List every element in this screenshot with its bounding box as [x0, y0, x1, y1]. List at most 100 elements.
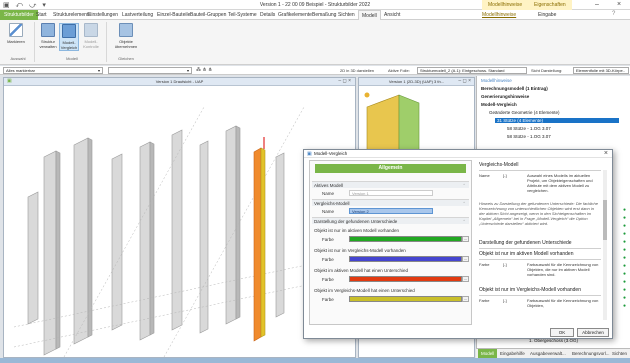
tab-bemassung[interactable]: Bemaßung — [312, 12, 336, 18]
color-picker-button[interactable]: … — [462, 236, 469, 242]
color-picker-button[interactable]: … — [462, 256, 469, 262]
close-window-icon[interactable]: × — [612, 0, 626, 10]
aktiv-only-label: Objekt ist nur im aktiven Modell vorhand… — [314, 228, 400, 233]
tab-modellhinweise[interactable]: Modellhinweise — [482, 12, 516, 18]
section-vergleichs-modell[interactable]: Vergleichs-Modell ◦ — [312, 199, 469, 206]
tab-strukturelemente[interactable]: Strukturelemente — [53, 12, 91, 18]
tab-ansicht[interactable]: Ansicht — [384, 12, 400, 18]
aktiv-diff-color-swatch[interactable] — [349, 276, 462, 282]
section-darstellung[interactable]: Darstellung der gefundenen Unterschiede ◦ — [312, 217, 469, 224]
help-icon[interactable]: ? — [612, 11, 615, 17]
tree-root-modellhinweise[interactable]: Modellhinweise — [481, 78, 512, 83]
tree-berechnungsmodell[interactable]: Berechnungsmodell (1 Eintrag) — [481, 86, 548, 91]
tab-grafikelemente[interactable]: Grafikelemente — [278, 12, 312, 18]
collapse-icon: ◦ — [463, 200, 465, 206]
help-farbe-unit: [-] — [503, 262, 507, 267]
collapse-icon: ◦ — [463, 182, 465, 188]
aktiv-only-color-swatch[interactable] — [349, 236, 462, 242]
viewport-window-controls[interactable]: – ◻ × — [338, 78, 351, 85]
help-farbe-unit-2: [-] — [503, 298, 507, 303]
panel-bottom-tabs: Modell Eingabehilfe Ausgabeverwalt... Be… — [476, 348, 630, 359]
vergleichs-name-label: Name — [322, 209, 335, 214]
tab-sichten[interactable]: Sichten — [338, 12, 355, 18]
sicht-darstellung-label: Sicht Darstellung: — [531, 68, 563, 73]
farbe-label: Farbe — [322, 237, 334, 242]
vergleich-only-color-swatch[interactable] — [349, 256, 462, 262]
status-bar — [0, 358, 630, 363]
help-aktiv-title: Objekt ist nur im aktiven Modell vorhand… — [479, 251, 574, 257]
selection-filter-combo[interactable]: Alles markierbar ▾ — [3, 67, 103, 74]
cancel-button[interactable]: Abbrechen — [577, 328, 609, 337]
tab-teil-systeme[interactable]: Teil-Systeme — [228, 12, 257, 18]
modell-vergleich-button[interactable]: Modell-Vergleich — [59, 23, 79, 51]
title-bar: ▣ ⤺ ⤻ ▾ Version 1 - 22 00 09 Beispiel - … — [0, 0, 630, 10]
tab-lastverteilung[interactable]: Lastverteilung — [122, 12, 153, 18]
objekte-uebernehmen-label: Objekte übernehmen — [114, 39, 138, 49]
tab-start[interactable]: Start — [36, 12, 47, 18]
vergleich-diff-color-swatch[interactable] — [349, 296, 462, 302]
viewport-secondary-controls[interactable]: – ◻ × — [458, 78, 471, 85]
visibility-eye-column[interactable]: ● ● ● ● ● ● ● ● ● ● ● ● ● — [623, 206, 629, 326]
help-divider — [479, 259, 601, 260]
color-picker-button[interactable]: … — [462, 276, 469, 282]
sicht-darstellung-combo[interactable]: Elementfolie mit 3D-Körpe.. — [573, 67, 629, 74]
objects-import-icon — [119, 23, 133, 37]
minimize-icon[interactable]: – — [590, 0, 604, 10]
viewport-main-header: Version 1 Draufsicht - UAP ▣ – ◻ × — [4, 78, 355, 86]
vergleich-diff-color-row: Farbe … — [312, 296, 469, 303]
secondary-filter-combo[interactable]: ▾ — [108, 67, 192, 74]
filter-icons[interactable]: ⁂ ⋔ ⋔ — [196, 67, 212, 73]
vergleich-diff-header: Objekt im Vergleichs-Modell hat einen Un… — [312, 287, 469, 294]
vergleichs-name-field[interactable]: Version 2 — [349, 208, 433, 214]
tab-bauteil-gruppen[interactable]: Bauteil-Gruppen — [190, 12, 226, 18]
section-darstellung-label: Darstellung der gefundenen Unterschiede — [314, 219, 398, 224]
vergleich-only-header: Objekt ist nur im Vergleichs-Modell vorh… — [312, 247, 469, 254]
tab-eingabe[interactable]: Eingabe — [538, 12, 556, 18]
tab-strukturbilder[interactable]: Strukturbilder — [0, 10, 38, 20]
help-name-unit: [-] — [503, 173, 507, 178]
objekte-uebernehmen-button[interactable]: Objekte übernehmen — [113, 23, 139, 49]
ribbon: Markieren Struktur verwalten Modell-Verg… — [0, 20, 630, 65]
markieren-button[interactable]: Markieren — [6, 23, 26, 44]
struktur-verwalten-label: Struktur verwalten — [39, 39, 57, 49]
help-divider — [479, 170, 601, 171]
dialog-close-icon[interactable]: × — [604, 150, 608, 158]
active-folie-combo[interactable]: Strukturmodell_2 (A.1): Eintgeschoss. St… — [417, 67, 527, 74]
btab-eingabehilfe[interactable]: Eingabehilfe — [500, 351, 525, 356]
farbe-label: Farbe — [322, 257, 334, 262]
eye-icon[interactable]: ● ● ● ● ● ● ● ● ● ● ● ● ● — [623, 206, 629, 310]
tree-stuetze-item-2[interactable]: 58 Stütze - 1.OG 3.07 — [507, 134, 551, 139]
tree-geaenderte-geometrie[interactable]: Geänderte Geometrie (4 Elemente) — [489, 110, 560, 115]
tree-stuetze-item-1[interactable]: 58 Stütze - 1.OG 3.07 — [507, 126, 551, 131]
vergleich-only-label: Objekt ist nur im Vergleichs-Modell vorh… — [314, 248, 406, 253]
modell-vergleich-dialog: Modell-Vergleich ▣ × Allgemein Aktives M… — [303, 149, 613, 339]
cursor-icon — [9, 23, 23, 37]
btab-ausgabeverwalt[interactable]: Ausgabeverwalt... — [530, 351, 566, 356]
aktiv-diff-label: Objekt im aktiven Modell hat einen Unter… — [314, 268, 409, 273]
ribbon-tabs: Strukturbilder Start Strukturelemente Ei… — [0, 10, 630, 21]
tab-einstellungen[interactable]: Einstellungen — [88, 12, 118, 18]
help-scrollbar[interactable] — [603, 170, 607, 320]
modell-kontrolle-button[interactable]: Modell-Kontrolle — [81, 23, 101, 49]
struktur-verwalten-button[interactable]: Struktur verwalten — [38, 23, 58, 49]
model-check-icon — [84, 23, 98, 37]
group-modell: Modell — [66, 56, 78, 61]
allgemein-section-button[interactable]: Allgemein — [315, 164, 466, 173]
btab-sichten[interactable]: Sichten — [612, 351, 627, 356]
help-scrollbar-thumb[interactable] — [603, 200, 607, 240]
active-folie-label: Aktive Folie: — [388, 68, 410, 73]
show-2d-in-3d-toggle[interactable]: 2D in 3D darstellen — [340, 68, 374, 73]
tree-modell-vergleich[interactable]: Modell-Vergleich — [481, 102, 517, 107]
tree-generierungshinweise[interactable]: Generierungshinweise — [481, 94, 529, 99]
color-picker-button[interactable]: … — [462, 296, 469, 302]
tab-einzel-bauteile[interactable]: Einzel-Bauteile — [157, 12, 190, 18]
help-name-label: Name — [479, 173, 490, 178]
btab-berechnungsvorl[interactable]: Berechnungsvorl... — [572, 351, 610, 356]
section-vergleichs-modell-label: Vergleichs-Modell — [314, 201, 350, 206]
tab-details[interactable]: Details — [260, 12, 275, 18]
viewport-main-title: Version 1 Draufsicht - UAP — [155, 79, 204, 84]
viewport-menu-icon[interactable]: ▣ — [7, 78, 12, 85]
ok-button[interactable]: OK — [550, 328, 574, 337]
tree-stuetze-group[interactable]: 31 Stütze (4 Elemente) — [495, 118, 619, 123]
section-aktives-modell[interactable]: Aktives Modell ◦ — [312, 181, 469, 188]
